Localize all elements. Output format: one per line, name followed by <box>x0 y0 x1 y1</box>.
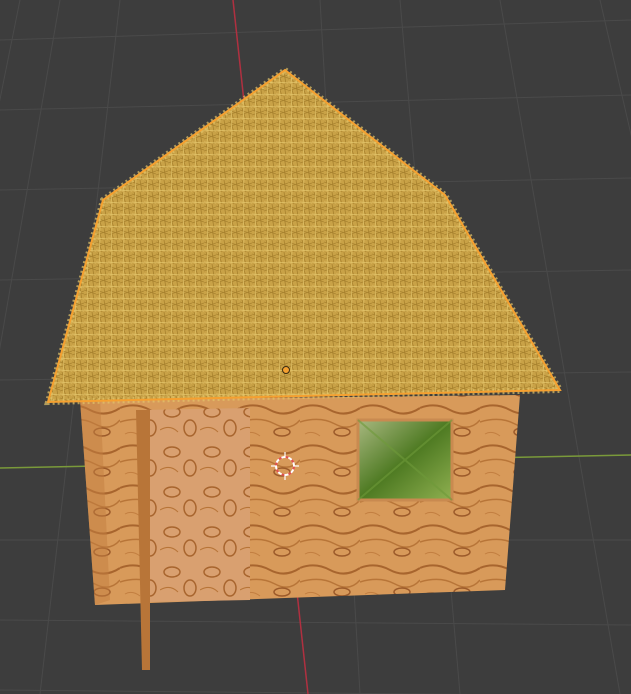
thatched-roof[interactable] <box>44 66 566 406</box>
object-origin-icon <box>282 366 290 374</box>
window[interactable] <box>356 418 454 502</box>
3d-viewport[interactable] <box>0 0 631 694</box>
door[interactable] <box>136 408 250 670</box>
viewport-canvas[interactable] <box>0 0 631 694</box>
